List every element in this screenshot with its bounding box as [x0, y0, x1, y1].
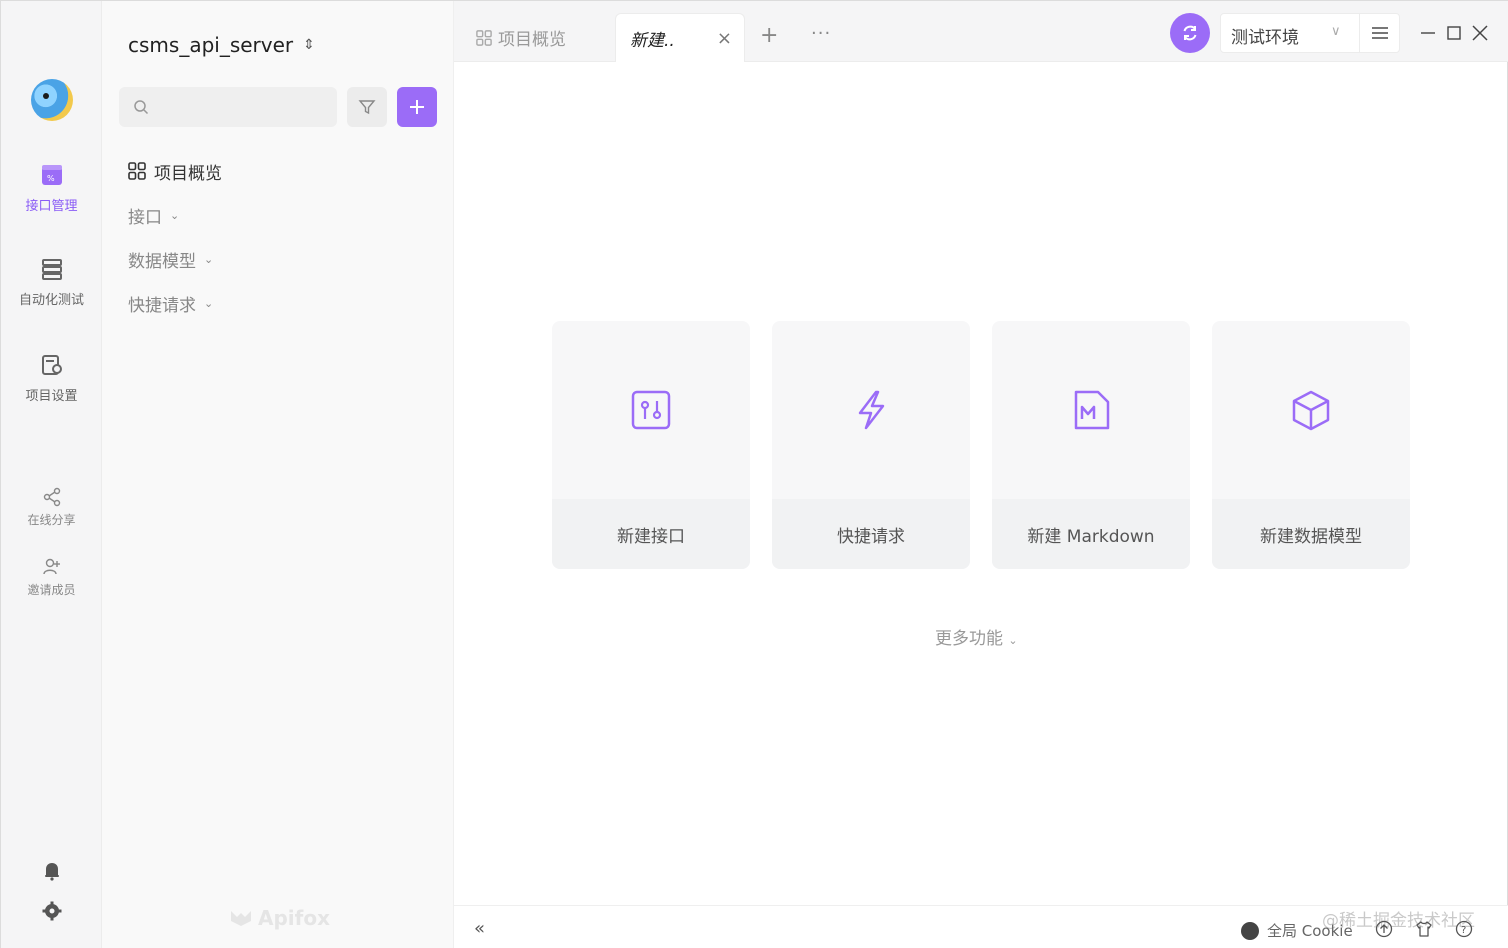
new-tab-button[interactable]: +	[760, 23, 778, 48]
minimize-icon[interactable]	[1420, 25, 1436, 41]
environment-select[interactable]: 测试环境 ∨	[1220, 13, 1400, 53]
tree-item-label: 接口	[128, 207, 162, 228]
tab-new[interactable]: 新建.. ×	[615, 13, 745, 62]
left-rail: % 接口管理 自动化测试 项目设置 在线分享 邀请成员	[1, 1, 102, 948]
card-label: 新建接口	[552, 499, 750, 569]
sync-icon	[1183, 25, 1197, 41]
tree-item-apis[interactable]: 接口 ⌄	[128, 193, 222, 237]
filter-icon	[358, 100, 376, 115]
chevron-down-icon: ∨	[1331, 24, 1341, 39]
gear-icon[interactable]	[41, 900, 63, 922]
api-icon	[631, 390, 671, 430]
brand-name: Apifox	[258, 906, 330, 930]
filter-button[interactable]	[347, 87, 387, 127]
new-data-model-card[interactable]: 新建数据模型	[1212, 321, 1410, 569]
card-label: 新建数据模型	[1212, 499, 1410, 569]
rail-item-online-share[interactable]: 在线分享	[1, 487, 102, 528]
quick-request-card[interactable]: 快捷请求	[772, 321, 970, 569]
cookie-icon	[1241, 921, 1259, 940]
tree-item-label: 项目概览	[154, 163, 222, 184]
share-label: 在线分享	[27, 513, 76, 527]
more-tabs-button[interactable]: ···	[811, 23, 831, 44]
tab-bar: 项目概览 新建.. × + ··· 测试环境 ∨	[454, 1, 1508, 62]
card-label: 快捷请求	[772, 499, 970, 569]
tree-item-data-models[interactable]: 数据模型 ⌄	[128, 237, 222, 281]
lightning-icon	[858, 390, 885, 430]
add-button[interactable]	[397, 87, 437, 127]
tree-item-label: 数据模型	[128, 251, 196, 272]
rail-item-invite-members[interactable]: 邀请成员	[1, 557, 102, 598]
server-icon	[41, 259, 62, 280]
settings-doc-icon	[41, 355, 62, 375]
svg-text:?: ?	[1461, 925, 1466, 936]
rail-item-api-management[interactable]: % 接口管理	[1, 163, 102, 214]
new-api-card[interactable]: 新建接口	[552, 321, 750, 569]
more-features-label: 更多功能	[935, 629, 1003, 649]
tab-overview[interactable]: 项目概览	[476, 13, 566, 62]
project-name: csms_api_server	[128, 33, 294, 57]
rail-item-automation-test[interactable]: 自动化测试	[1, 257, 102, 308]
add-user-icon	[42, 558, 60, 575]
search-icon	[134, 100, 149, 115]
more-features-toggle[interactable]: 更多功能 ⌄	[935, 624, 1018, 649]
avatar[interactable]	[31, 79, 73, 121]
chevron-down-icon: ⌄	[1008, 634, 1018, 647]
svg-text:%: %	[47, 174, 55, 183]
bell-icon[interactable]	[41, 859, 63, 881]
rail-item-label: 接口管理	[25, 199, 78, 214]
rail-item-project-settings[interactable]: 项目设置	[1, 353, 102, 404]
tree-item-overview[interactable]: 项目概览	[128, 149, 222, 193]
tree-item-quick-requests[interactable]: 快捷请求 ⌄	[128, 281, 222, 325]
tab-label: 项目概览	[498, 30, 566, 50]
share-icon	[43, 487, 60, 507]
plus-icon	[410, 100, 424, 114]
rail-item-label: 自动化测试	[18, 293, 84, 308]
status-bar: « @稀土掘金技术社区 全局 Cookie ?	[454, 905, 1508, 948]
maximize-icon[interactable]	[1446, 25, 1462, 41]
card-label: 新建 Markdown	[992, 499, 1190, 569]
chevron-down-icon: ⌄	[204, 296, 214, 310]
cube-icon	[1292, 390, 1330, 431]
grid-icon	[128, 162, 146, 180]
upload-icon[interactable]	[1375, 920, 1393, 938]
collapse-sidebar-icon[interactable]: «	[474, 918, 485, 939]
chevron-down-icon: ⌄	[170, 208, 180, 222]
global-cookie-button[interactable]: 全局 Cookie	[1241, 920, 1353, 941]
apifox-logo: Apifox	[230, 906, 330, 930]
invite-label: 邀请成员	[27, 583, 76, 597]
rail-item-label: 项目设置	[25, 389, 78, 404]
close-icon[interactable]: ×	[717, 28, 732, 49]
apifox-icon	[231, 911, 251, 926]
close-window-icon[interactable]	[1471, 24, 1489, 42]
help-icon[interactable]: ?	[1455, 920, 1473, 938]
app-window: % 接口管理 自动化测试 项目设置 在线分享 邀请成员 csms_api_ser…	[0, 0, 1508, 948]
api-tree: 项目概览 接口 ⌄ 数据模型 ⌄ 快捷请求 ⌄	[128, 149, 222, 325]
grid-icon	[476, 29, 492, 46]
cookie-label: 全局 Cookie	[1267, 922, 1353, 940]
tree-item-label: 快捷请求	[128, 295, 196, 316]
project-switcher[interactable]: csms_api_server ⇕	[128, 33, 315, 57]
shirt-icon[interactable]	[1415, 920, 1433, 938]
tab-label: 新建..	[630, 30, 675, 51]
sort-caret-icon: ⇕	[303, 37, 315, 53]
chevron-down-icon: ⌄	[204, 252, 214, 266]
new-markdown-card[interactable]: 新建 Markdown	[992, 321, 1190, 569]
search-input[interactable]	[119, 87, 337, 127]
markdown-file-icon	[1074, 390, 1110, 430]
sync-button[interactable]	[1170, 13, 1210, 53]
hamburger-icon	[1372, 27, 1388, 39]
api-icon: %	[41, 165, 62, 185]
environment-value: 测试环境	[1231, 28, 1299, 48]
sidebar: csms_api_server ⇕ 项目概览 接口 ⌄ 数据模型 ⌄ 快捷请求 …	[102, 1, 454, 948]
environment-menu-button[interactable]	[1359, 14, 1400, 52]
